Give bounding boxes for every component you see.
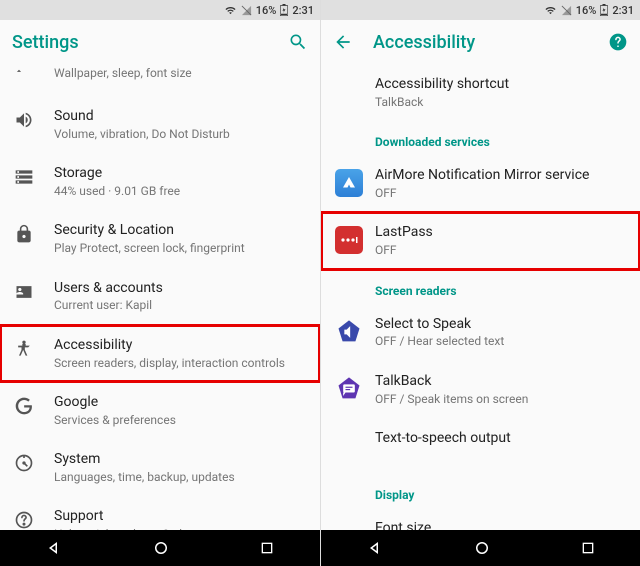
item-sub: OFF / Speak items on screen <box>375 392 626 406</box>
nav-bar <box>321 530 640 566</box>
item-title: Sound <box>54 108 306 125</box>
reader-select-to-speak[interactable]: Select to SpeakOFF / Hear selected text <box>321 304 640 361</box>
back-icon[interactable] <box>333 32 353 52</box>
settings-item-security[interactable]: Security & Location Play Protect, screen … <box>0 210 320 267</box>
item-sub: OFF / Hear selected text <box>375 334 626 348</box>
settings-screen: 16% 2:31 Settings Wallpaper, sleep, font… <box>0 0 320 566</box>
recent-nav-icon[interactable] <box>259 540 275 556</box>
item-title: Text-to-speech output <box>375 430 626 447</box>
section-readers: Screen readers <box>321 270 640 304</box>
lock-icon <box>14 222 54 244</box>
sound-icon <box>14 108 54 130</box>
service-lastpass[interactable]: LastPass OFF <box>321 212 640 269</box>
page-title: Settings <box>12 32 288 53</box>
item-title: TalkBack <box>375 373 626 390</box>
talkback-icon <box>335 373 375 403</box>
wifi-icon <box>544 5 557 16</box>
settings-item-display[interactable]: Wallpaper, sleep, font size <box>0 64 320 96</box>
settings-list: Wallpaper, sleep, font size Sound Volume,… <box>0 64 320 530</box>
item-sub: 44% used · 9.01 GB free <box>54 184 306 198</box>
item-sub: Screen readers, display, interaction con… <box>54 356 306 370</box>
help-icon[interactable] <box>608 32 628 52</box>
app-bar: Accessibility <box>321 20 640 64</box>
item-sub: Current user: Kapil <box>54 298 306 312</box>
item-title: Google <box>54 394 306 411</box>
item-sub: Services & preferences <box>54 413 306 427</box>
recent-nav-icon[interactable] <box>580 540 596 556</box>
item-title: Users & accounts <box>54 280 306 297</box>
reader-tts[interactable]: Text-to-speech output <box>321 418 640 474</box>
system-icon <box>14 451 54 473</box>
clock-text: 2:31 <box>292 4 314 17</box>
service-airmore[interactable]: AirMore Notification Mirror service OFF <box>321 155 640 212</box>
settings-item-users[interactable]: Users & accountsCurrent user: Kapil <box>0 268 320 325</box>
item-title: AirMore Notification Mirror service <box>375 167 626 184</box>
item-title: Support <box>54 508 306 525</box>
home-nav-icon[interactable] <box>152 539 170 557</box>
home-nav-icon[interactable] <box>473 539 491 557</box>
settings-item-sound[interactable]: Sound Volume, vibration, Do Not Disturb <box>0 96 320 153</box>
item-sub: TalkBack <box>375 95 626 109</box>
storage-icon <box>14 165 54 187</box>
section-display: Display <box>321 474 640 508</box>
settings-item-system[interactable]: System Languages, time, backup, updates <box>0 439 320 496</box>
item-sub: OFF <box>375 243 626 257</box>
users-icon <box>14 280 54 302</box>
item-sub: Volume, vibration, Do Not Disturb <box>54 127 306 141</box>
nav-bar <box>0 530 320 566</box>
battery-icon <box>600 4 608 16</box>
display-icon <box>14 64 54 76</box>
accessibility-screen: 16% 2:31 Accessibility Accessibility sho… <box>320 0 640 566</box>
settings-item-support[interactable]: SupportHelp articles, phone & chat suppo… <box>0 496 320 530</box>
status-bar: 16% 2:31 <box>321 0 640 20</box>
item-title: Font size <box>375 520 626 530</box>
item-title: Accessibility shortcut <box>375 76 626 93</box>
settings-item-accessibility[interactable]: Accessibility Screen readers, display, in… <box>0 325 320 382</box>
wifi-icon <box>224 5 237 16</box>
no-sim-icon <box>561 5 572 16</box>
settings-item-storage[interactable]: Storage 44% used · 9.01 GB free <box>0 153 320 210</box>
item-sub: Languages, time, backup, updates <box>54 470 306 484</box>
item-sub: Play Protect, screen lock, fingerprint <box>54 241 306 255</box>
item-title: System <box>54 451 306 468</box>
airmore-icon <box>335 167 375 197</box>
back-nav-icon[interactable] <box>366 539 384 557</box>
reader-talkback[interactable]: TalkBack OFF / Speak items on screen <box>321 361 640 418</box>
status-bar: 16% 2:31 <box>0 0 320 20</box>
page-title: Accessibility <box>373 32 608 53</box>
display-font-size[interactable]: Font size <box>321 508 640 530</box>
accessibility-shortcut[interactable]: Accessibility shortcut TalkBack <box>321 64 640 121</box>
support-icon <box>14 508 54 530</box>
item-sub: Wallpaper, sleep, font size <box>54 66 306 80</box>
item-title: Security & Location <box>54 222 306 239</box>
select-to-speak-icon <box>335 316 375 346</box>
battery-icon <box>280 4 288 16</box>
app-bar: Settings <box>0 20 320 64</box>
item-title: Storage <box>54 165 306 182</box>
lastpass-icon <box>335 224 375 254</box>
back-nav-icon[interactable] <box>45 539 63 557</box>
clock-text: 2:31 <box>612 4 634 17</box>
accessibility-icon <box>14 337 54 359</box>
no-sim-icon <box>241 5 252 16</box>
item-title: LastPass <box>375 224 626 241</box>
section-downloaded: Downloaded services <box>321 121 640 155</box>
item-title: Select to Speak <box>375 316 626 333</box>
settings-item-google[interactable]: Google Services & preferences <box>0 382 320 439</box>
google-icon <box>14 394 54 416</box>
search-icon[interactable] <box>288 32 308 52</box>
battery-text: 16% <box>256 4 277 17</box>
battery-text: 16% <box>576 4 597 17</box>
item-title: Accessibility <box>54 337 306 354</box>
accessibility-list: Accessibility shortcut TalkBack Downloade… <box>321 64 640 530</box>
item-sub: OFF <box>375 186 626 200</box>
